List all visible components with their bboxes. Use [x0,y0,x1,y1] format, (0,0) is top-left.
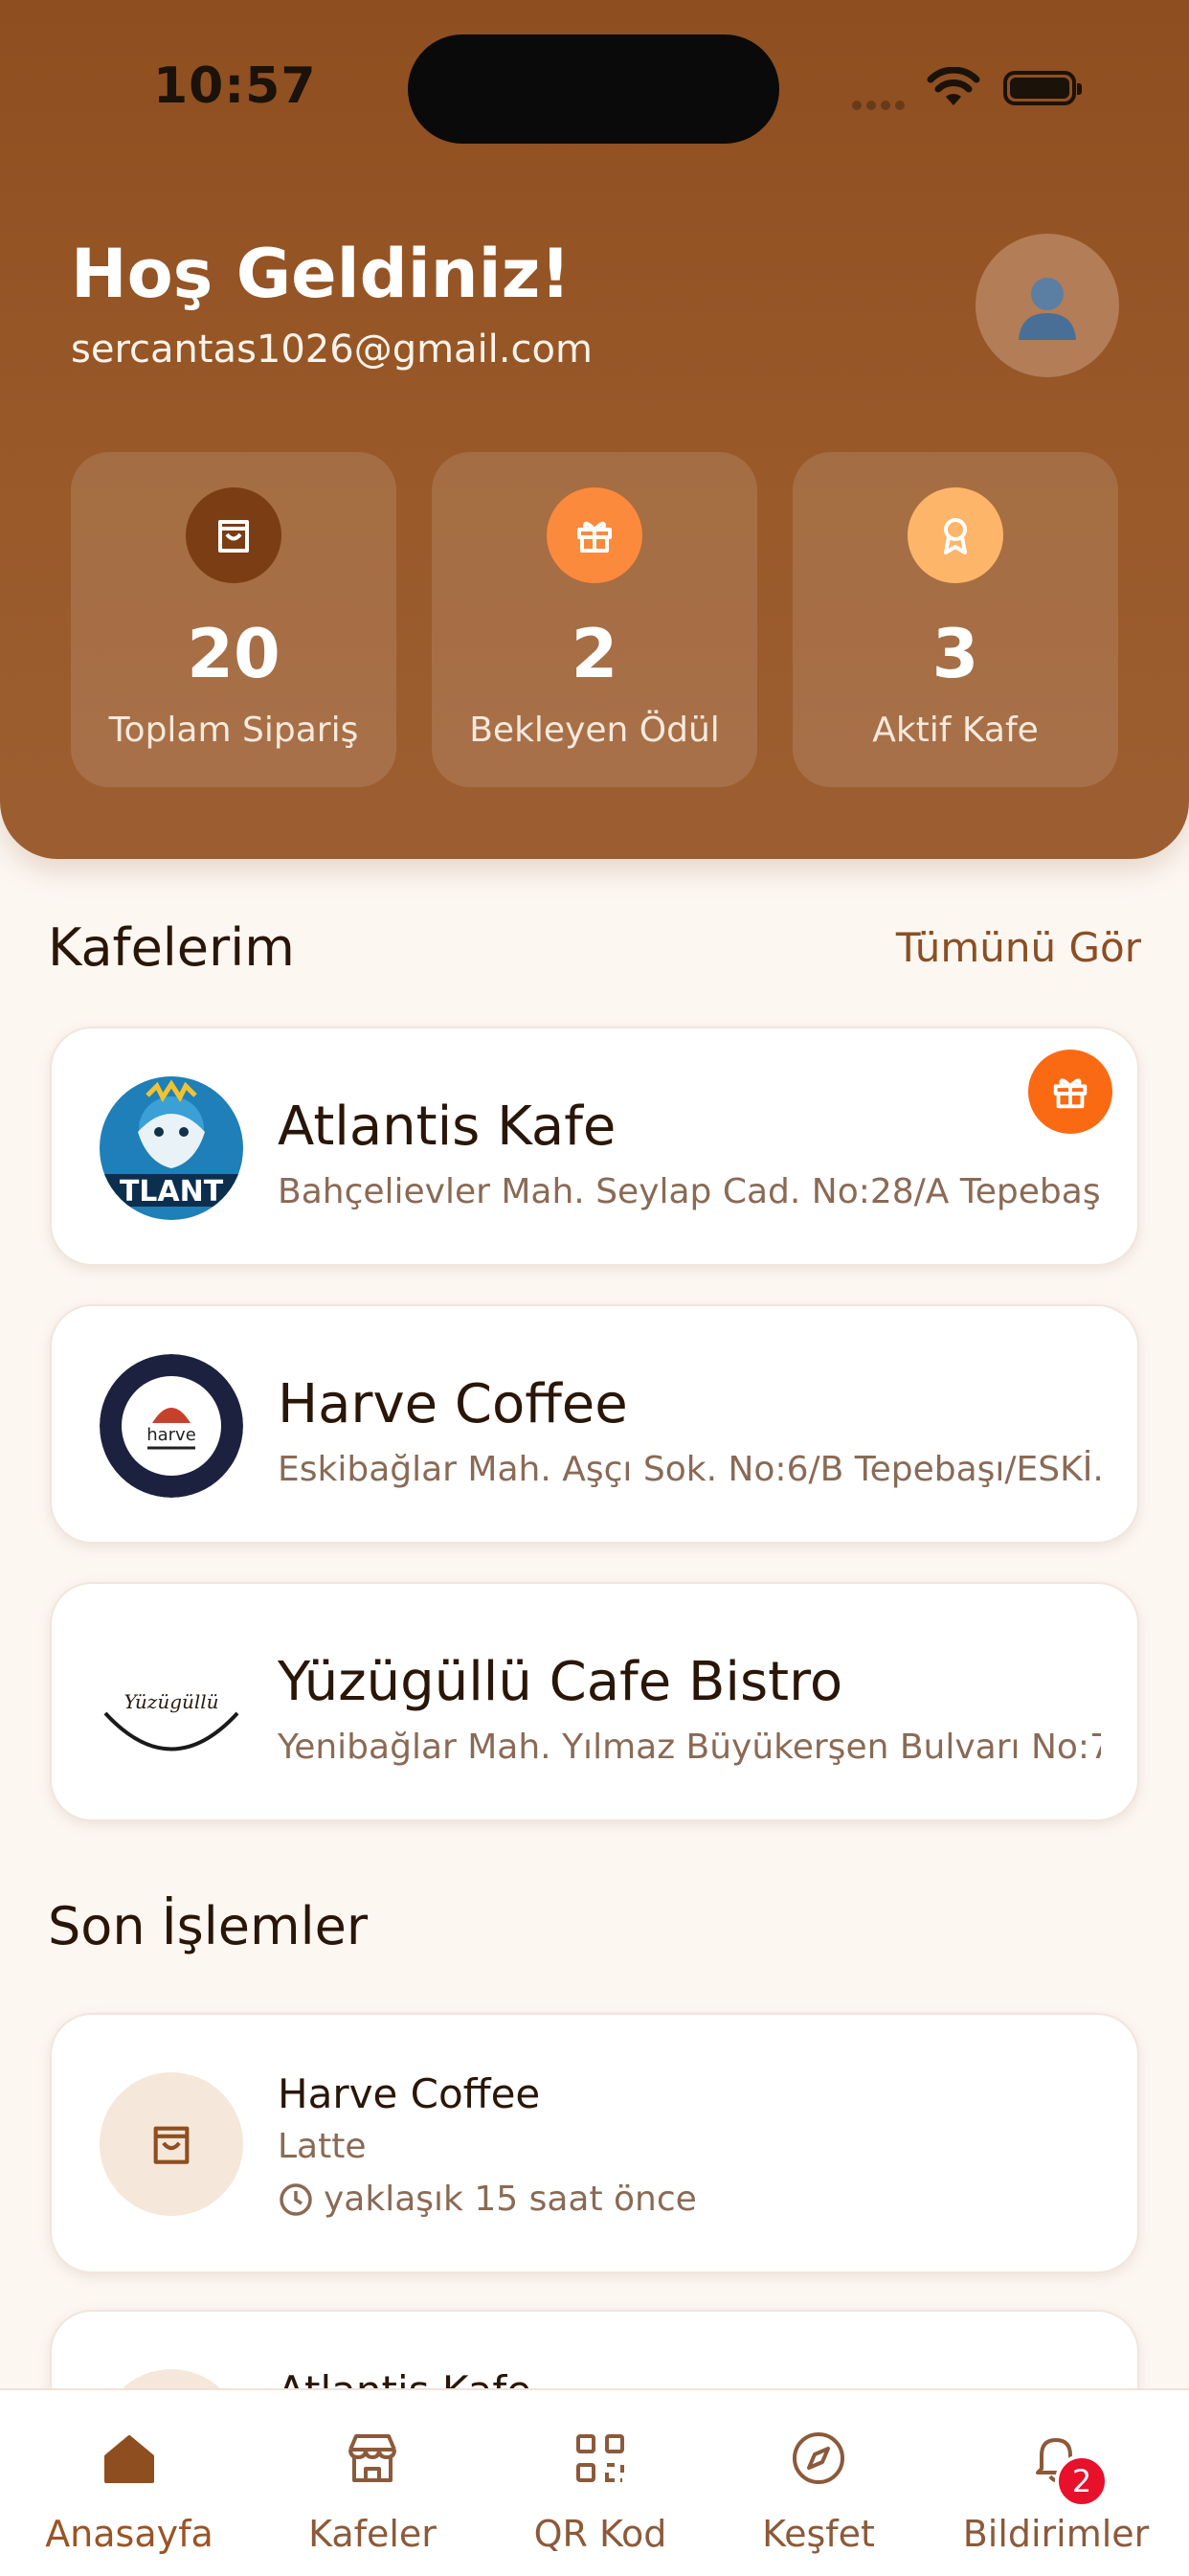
cafe-name: Yüzügüllü Cafe Bistro [278,1651,843,1713]
welcome-title: Hoş Geldiniz! [71,235,572,313]
transaction-time: yaklaşık 15 saat önce [278,2180,697,2219]
cafe-card-atlantis[interactable]: TLANT Atlantis Kafe Bahçelievler Mah. Se… [50,1027,1139,1266]
cafe-logo: harve [100,1354,243,1498]
svg-text:TLANT: TLANT [120,1175,224,1209]
qr-code-icon [576,2434,624,2482]
tab-qr-code[interactable]: QR Kod [495,2390,706,2576]
stat-value: 20 [187,615,280,693]
tab-label: Bildirimler [962,2513,1150,2555]
award-icon [908,487,1003,583]
status-time: 10:57 [153,57,317,115]
tab-explore[interactable]: Keşfet [713,2390,924,2576]
clock-icon [280,2182,312,2216]
cafe-address: Yenibağlar Mah. Yılmaz Büyükerşen Bulvar… [278,1728,1101,1767]
user-email: sercantas1026@gmail.com [71,328,593,372]
cafe-name: Harve Coffee [278,1373,628,1435]
cafe-address: Eskibağlar Mah. Aşçı Sok. No:6/B Tepebaş… [278,1450,1101,1489]
cafe-card-harve[interactable]: harve Harve Coffee Eskibağlar Mah. Aşçı … [50,1304,1139,1544]
transactions-section-title: Son İşlemler [48,1896,369,1956]
profile-avatar-button[interactable] [976,234,1119,377]
user-avatar-icon [1019,278,1076,340]
svg-text:Yüzügüllü: Yüzügüllü [123,1690,218,1713]
see-all-link[interactable]: Tümünü Gör [896,924,1141,971]
wifi-icon [927,67,980,105]
tab-label: Kafeler [308,2513,437,2555]
notification-count-badge: 2 [1055,2454,1109,2508]
svg-text:harve: harve [146,1425,196,1445]
battery-icon [1003,71,1082,105]
home-icon [104,2435,154,2483]
transaction-row[interactable]: Harve Coffee Latte yaklaşık 15 saat önce [50,2013,1139,2273]
gift-icon [547,487,642,583]
tab-label: Anasayfa [45,2513,213,2555]
compass-icon [793,2432,844,2484]
stat-value: 3 [931,615,979,693]
transaction-cafe: Harve Coffee [278,2070,541,2117]
cafe-logo: Yüzügüllü [100,1632,243,1775]
store-icon [348,2434,396,2482]
tab-cafes[interactable]: Kafeler [267,2390,478,2576]
cafe-address: Bahçelievler Mah. Seylap Cad. No:28/A Te… [278,1172,1101,1211]
transaction-time-text: yaklaşık 15 saat önce [324,2180,697,2219]
tab-label: Keşfet [762,2513,875,2555]
tab-label: QR Kod [533,2513,667,2555]
reward-badge [1028,1050,1112,1134]
stat-active-cafes: 3 Aktif Kafe [793,452,1118,787]
gift-icon [1053,1078,1088,1109]
stat-label: Toplam Sipariş [108,711,359,750]
cafe-card-yuzugullu[interactable]: Yüzügüllü Yüzügüllü Cafe Bistro Yenibağl… [50,1582,1139,1821]
stat-label: Aktif Kafe [872,711,1039,750]
bottom-tab-bar: Anasayfa Kafeler QR Kod Keşfet Bildiriml… [0,2388,1189,2576]
transaction-item: Latte [278,2127,367,2166]
stat-label: Bekleyen Ödül [469,711,720,750]
shopping-bag-icon [186,487,281,583]
cafe-logo: TLANT [100,1076,243,1220]
shopping-bag-icon [100,2072,243,2216]
stat-pending-rewards: 2 Bekleyen Ödül [432,452,757,787]
cafes-section-title: Kafelerim [48,917,295,978]
stat-total-orders: 20 Toplam Sipariş [71,452,396,787]
stat-value: 2 [571,615,618,693]
dynamic-island [408,34,779,144]
cellular-signal-icon [852,96,909,114]
tab-home[interactable]: Anasayfa [24,2390,235,2576]
cafe-name: Atlantis Kafe [278,1096,617,1158]
